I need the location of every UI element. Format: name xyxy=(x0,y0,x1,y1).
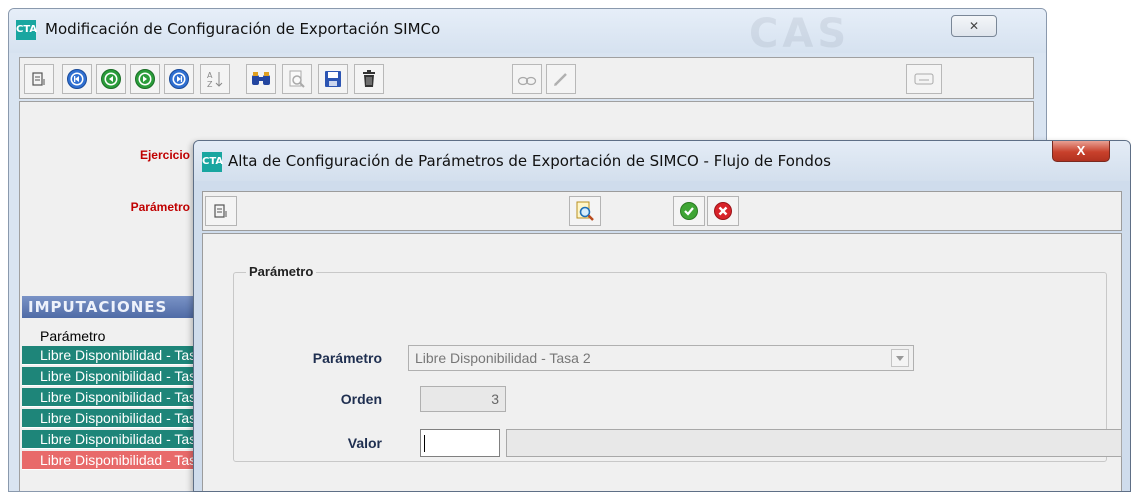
back-window-toolbar: AZ xyxy=(19,57,1034,99)
sort-icon: AZ xyxy=(205,69,225,89)
front-dialog-titlebar[interactable]: CTA Alta de Configuración de Parámetros … xyxy=(194,141,1130,181)
back-window-titlebar[interactable]: CAS CTA Modificación de Configuración de… xyxy=(9,9,1046,57)
sort-button[interactable]: AZ xyxy=(200,64,230,94)
parametro-label: Parámetro xyxy=(130,200,190,214)
orden-field: 3 xyxy=(420,386,506,412)
parametro-groupbox: Parámetro Parámetro Libre Disponibilidad… xyxy=(233,264,1122,462)
last-record-button[interactable] xyxy=(164,64,194,94)
save-icon xyxy=(323,69,343,89)
front-dialog: CTA Alta de Configuración de Parámetros … xyxy=(193,140,1131,492)
svg-text:Z: Z xyxy=(207,80,213,89)
delete-button[interactable] xyxy=(354,64,384,94)
find-button[interactable] xyxy=(246,64,276,94)
save-button[interactable] xyxy=(318,64,348,94)
next-record-icon xyxy=(134,68,156,90)
orden-field-label: Orden xyxy=(340,391,382,407)
cas-watermark: CAS xyxy=(749,11,851,57)
previous-record-button[interactable] xyxy=(96,64,126,94)
first-record-button[interactable] xyxy=(62,64,92,94)
cta-logo-icon: CTA xyxy=(16,20,37,40)
valor-input[interactable] xyxy=(420,429,500,457)
print-icon xyxy=(212,202,230,220)
chevron-down-icon[interactable] xyxy=(891,349,909,367)
print-icon xyxy=(30,70,48,88)
preview-icon xyxy=(287,69,307,89)
text-caret xyxy=(424,435,425,452)
back-window-title: Modificación de Configuración de Exporta… xyxy=(45,20,441,38)
edit-button[interactable] xyxy=(546,64,576,94)
keyboard-button[interactable] xyxy=(906,64,942,94)
search-preview-button[interactable] xyxy=(569,196,601,226)
front-dialog-content: Parámetro Parámetro Libre Disponibilidad… xyxy=(202,233,1122,491)
parametro-field-label: Parámetro xyxy=(312,350,382,366)
close-icon: X xyxy=(1076,143,1086,158)
svg-text:A: A xyxy=(207,71,213,80)
groupbox-legend: Parámetro xyxy=(246,264,317,279)
last-record-icon xyxy=(168,68,190,90)
search-preview-icon xyxy=(574,200,596,222)
back-window-close-button[interactable]: ✕ xyxy=(951,15,997,37)
cancel-button[interactable] xyxy=(707,196,739,226)
print-button[interactable] xyxy=(24,64,54,94)
cta-logo-icon: CTA xyxy=(202,152,223,172)
cancel-icon xyxy=(713,201,733,221)
front-dialog-title: Alta de Configuración de Parámetros de E… xyxy=(228,152,831,170)
delete-icon xyxy=(359,69,379,89)
preview-button[interactable] xyxy=(282,64,312,94)
ejercicio-label: Ejercicio xyxy=(139,148,190,162)
accept-icon xyxy=(679,201,699,221)
edit-icon xyxy=(551,69,571,89)
link-button[interactable] xyxy=(512,64,542,94)
parametro-select[interactable]: Libre Disponibilidad - Tasa 2 xyxy=(408,345,914,371)
previous-record-icon xyxy=(100,68,122,90)
accept-button[interactable] xyxy=(673,196,705,226)
front-dialog-close-button[interactable]: X xyxy=(1052,141,1110,162)
close-icon: ✕ xyxy=(968,19,980,33)
first-record-icon xyxy=(66,68,88,90)
keyboard-icon xyxy=(913,72,935,86)
front-dialog-toolbar xyxy=(202,191,1122,231)
link-icon xyxy=(516,71,538,87)
next-record-button[interactable] xyxy=(130,64,160,94)
parametro-select-value: Libre Disponibilidad - Tasa 2 xyxy=(415,350,591,366)
valor-field-label: Valor xyxy=(347,435,382,451)
valor-description-field xyxy=(506,429,1122,457)
find-icon xyxy=(250,69,272,89)
print-button[interactable] xyxy=(205,196,237,226)
